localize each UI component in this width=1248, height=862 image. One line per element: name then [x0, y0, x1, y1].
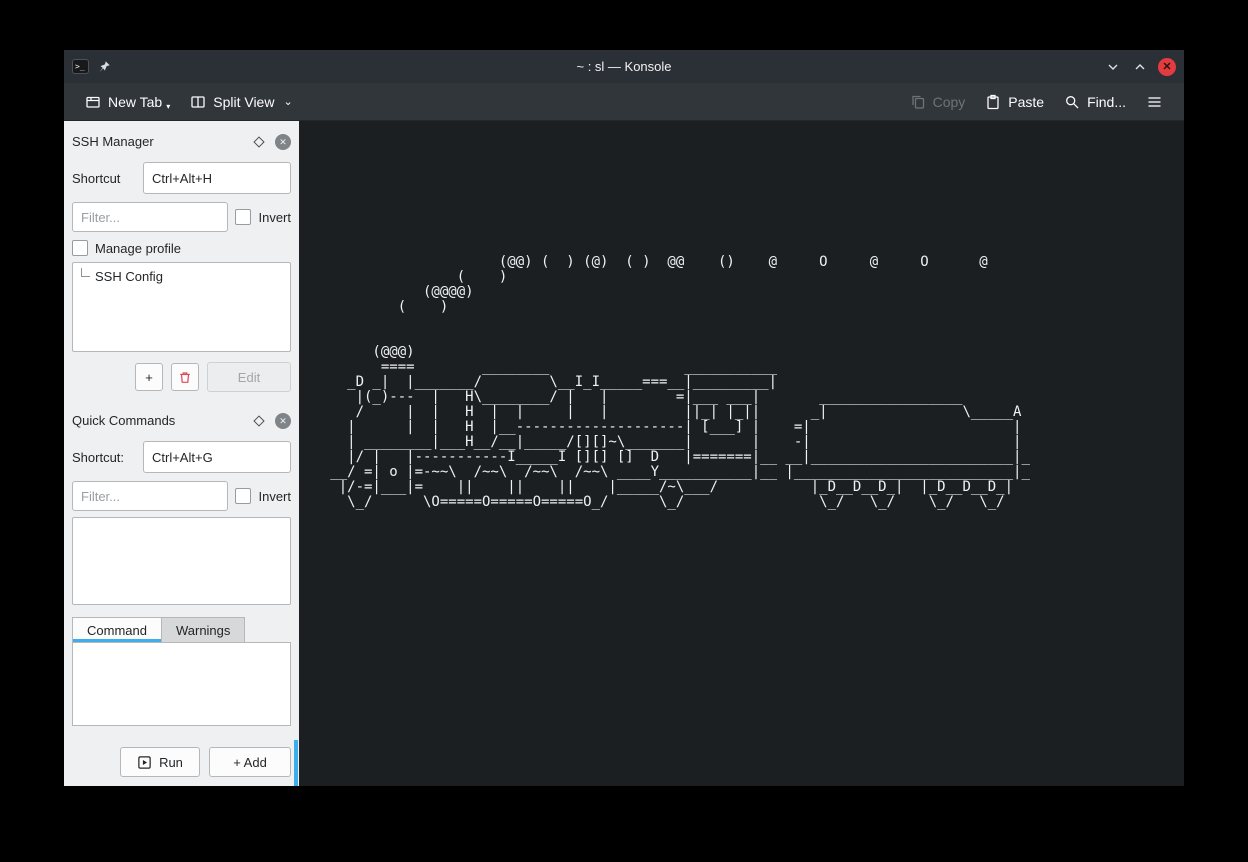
- copy-button[interactable]: Copy: [901, 88, 975, 116]
- qc-shortcut-input[interactable]: [143, 441, 291, 473]
- tab-command[interactable]: Command: [72, 617, 162, 642]
- tree-item-ssh-config[interactable]: SSH Config: [73, 263, 290, 284]
- ssh-add-button[interactable]: +: [135, 363, 163, 391]
- qc-shortcut-label: Shortcut:: [72, 450, 124, 465]
- window-title: ~ : sl — Konsole: [64, 59, 1184, 74]
- split-view-button[interactable]: Split View ⌄: [181, 88, 301, 116]
- close-panel-icon[interactable]: ✕: [275, 134, 291, 150]
- find-button[interactable]: Find...: [1055, 88, 1135, 116]
- sidebar-scrollbar[interactable]: [294, 740, 298, 786]
- maximize-button[interactable]: [1131, 58, 1149, 76]
- quick-commands-title: Quick Commands: [72, 413, 255, 428]
- titlebar[interactable]: >_ ~ : sl — Konsole ✕: [64, 50, 1184, 83]
- qc-command-list[interactable]: [72, 517, 291, 605]
- paste-button[interactable]: Paste: [976, 88, 1053, 116]
- qc-filter-input[interactable]: [72, 481, 228, 511]
- find-label: Find...: [1087, 94, 1126, 110]
- hamburger-menu-icon: [1146, 94, 1163, 110]
- ssh-shortcut-label: Shortcut: [72, 171, 120, 186]
- copy-icon: [910, 94, 926, 110]
- ssh-manager-title: SSH Manager: [72, 134, 255, 149]
- qc-run-button[interactable]: Run: [120, 747, 200, 777]
- ssh-invert-checkbox[interactable]: [235, 209, 251, 225]
- konsole-app-icon: >_: [72, 59, 89, 74]
- terminal-view[interactable]: (@@) ( ) (@) ( ) @@ () @ O @ O @ ( ) (@@…: [299, 121, 1184, 786]
- pin-icon[interactable]: [97, 60, 111, 74]
- ssh-shortcut-input[interactable]: [143, 162, 291, 194]
- run-icon: [137, 755, 152, 770]
- ssh-invert-label: Invert: [258, 210, 291, 225]
- qc-tab-bar: Command Warnings: [72, 617, 291, 642]
- manage-profile-checkbox[interactable]: [72, 240, 88, 256]
- minimize-button[interactable]: [1104, 58, 1122, 76]
- float-panel-icon[interactable]: [253, 415, 264, 426]
- manage-profile-label: Manage profile: [95, 241, 181, 256]
- tab-warnings[interactable]: Warnings: [162, 617, 245, 642]
- qc-run-label: Run: [159, 755, 183, 770]
- ssh-manager-header: SSH Manager ✕: [72, 129, 291, 154]
- ssh-filter-input[interactable]: [72, 202, 228, 232]
- tree-item-label: SSH Config: [95, 269, 163, 284]
- close-panel-icon[interactable]: ✕: [275, 413, 291, 429]
- new-tab-dropdown-icon[interactable]: ▾: [166, 102, 170, 111]
- tree-branch-icon: [81, 268, 90, 277]
- konsole-window: >_ ~ : sl — Konsole ✕ New Tab ▾: [64, 50, 1184, 786]
- trash-icon: [178, 370, 192, 385]
- menu-button[interactable]: [1137, 88, 1172, 116]
- terminal-output-sl-train: (@@) ( ) (@) ( ) @@ () @ O @ O @ ( ) (@@…: [305, 255, 1030, 510]
- search-icon: [1064, 94, 1080, 110]
- paste-icon: [985, 94, 1001, 110]
- quick-commands-header: Quick Commands ✕: [72, 408, 291, 433]
- split-view-label: Split View: [213, 94, 274, 110]
- qc-invert-label: Invert: [258, 489, 291, 504]
- split-view-dropdown-icon[interactable]: ⌄: [283, 95, 292, 108]
- paste-label: Paste: [1008, 94, 1044, 110]
- qc-command-editor[interactable]: [72, 642, 291, 726]
- qc-invert-checkbox[interactable]: [235, 488, 251, 504]
- new-tab-button[interactable]: New Tab ▾: [76, 87, 179, 117]
- new-tab-icon: [85, 94, 101, 110]
- float-panel-icon[interactable]: [253, 136, 264, 147]
- split-view-icon: [190, 94, 206, 110]
- new-tab-label: New Tab: [108, 94, 162, 110]
- close-button[interactable]: ✕: [1158, 58, 1176, 76]
- main-toolbar: New Tab ▾ Split View ⌄ Copy Paste: [64, 83, 1184, 121]
- qc-add-button[interactable]: + Add: [209, 747, 291, 777]
- ssh-config-tree[interactable]: SSH Config: [72, 262, 291, 352]
- copy-label: Copy: [933, 94, 966, 110]
- ssh-delete-button[interactable]: [171, 363, 199, 391]
- ssh-edit-button[interactable]: Edit: [207, 362, 291, 392]
- sidebar: SSH Manager ✕ Shortcut Invert Manage pro…: [64, 121, 299, 786]
